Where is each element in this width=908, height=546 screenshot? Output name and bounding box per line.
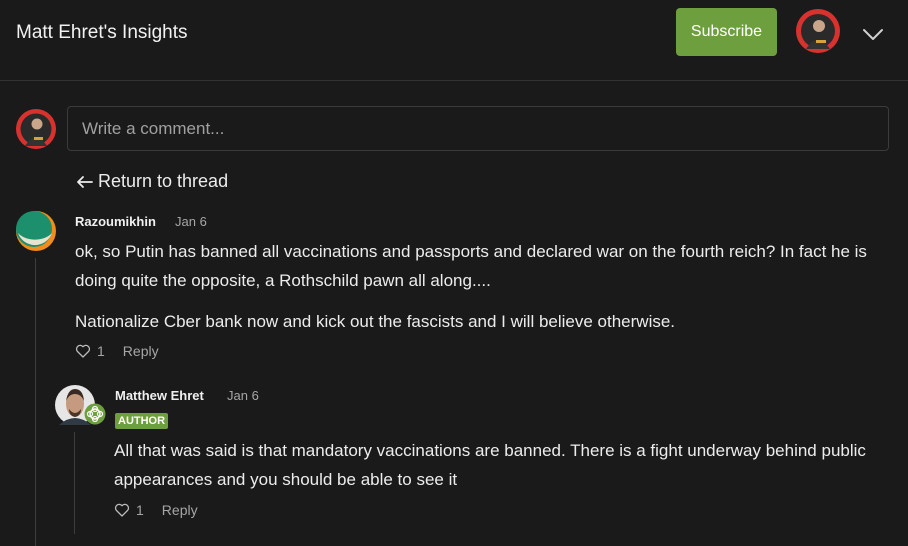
author-badge: AUTHOR: [115, 413, 169, 429]
chevron-down-icon[interactable]: [861, 22, 885, 46]
return-label: Return to thread: [98, 171, 229, 191]
comment-actions: 1 Reply: [113, 501, 198, 519]
reply-button[interactable]: Reply: [162, 502, 198, 518]
header: Matt Ehret's Insights Subscribe: [0, 0, 908, 81]
arrow-left-icon: [77, 175, 93, 188]
comment-paragraph: Nationalize Cber bank now and kick out t…: [75, 312, 676, 331]
thread-line: [35, 258, 36, 546]
comment-body: All that was said is that mandatory vacc…: [114, 436, 894, 494]
comment-date[interactable]: Jan 6: [175, 214, 207, 229]
comment-body: ok, so Putin has banned all vaccinations…: [75, 237, 895, 336]
heart-icon[interactable]: [113, 501, 131, 519]
comment-author[interactable]: Razoumikhin: [75, 214, 156, 229]
reply-button[interactable]: Reply: [123, 343, 159, 359]
subscribe-button[interactable]: Subscribe: [676, 8, 777, 56]
return-to-thread-link[interactable]: Return to thread: [76, 171, 228, 192]
comment-paragraph: ok, so Putin has banned all vaccinations…: [75, 242, 867, 290]
comment-avatar[interactable]: [16, 211, 56, 251]
comment-author[interactable]: Matthew Ehret: [115, 388, 204, 403]
composer-avatar: [16, 109, 56, 149]
comment-date[interactable]: Jan 6: [227, 388, 259, 403]
author-icon: [84, 403, 106, 425]
comment-paragraph: All that was said is that mandatory vacc…: [114, 441, 866, 489]
thread-line: [74, 432, 75, 534]
comment-input[interactable]: [67, 106, 889, 151]
heart-icon[interactable]: [74, 342, 92, 360]
comment-actions: 1 Reply: [74, 342, 159, 360]
user-avatar[interactable]: [796, 9, 840, 53]
like-count: 1: [136, 502, 144, 518]
publication-title[interactable]: Matt Ehret's Insights: [16, 22, 188, 44]
like-count: 1: [97, 343, 105, 359]
